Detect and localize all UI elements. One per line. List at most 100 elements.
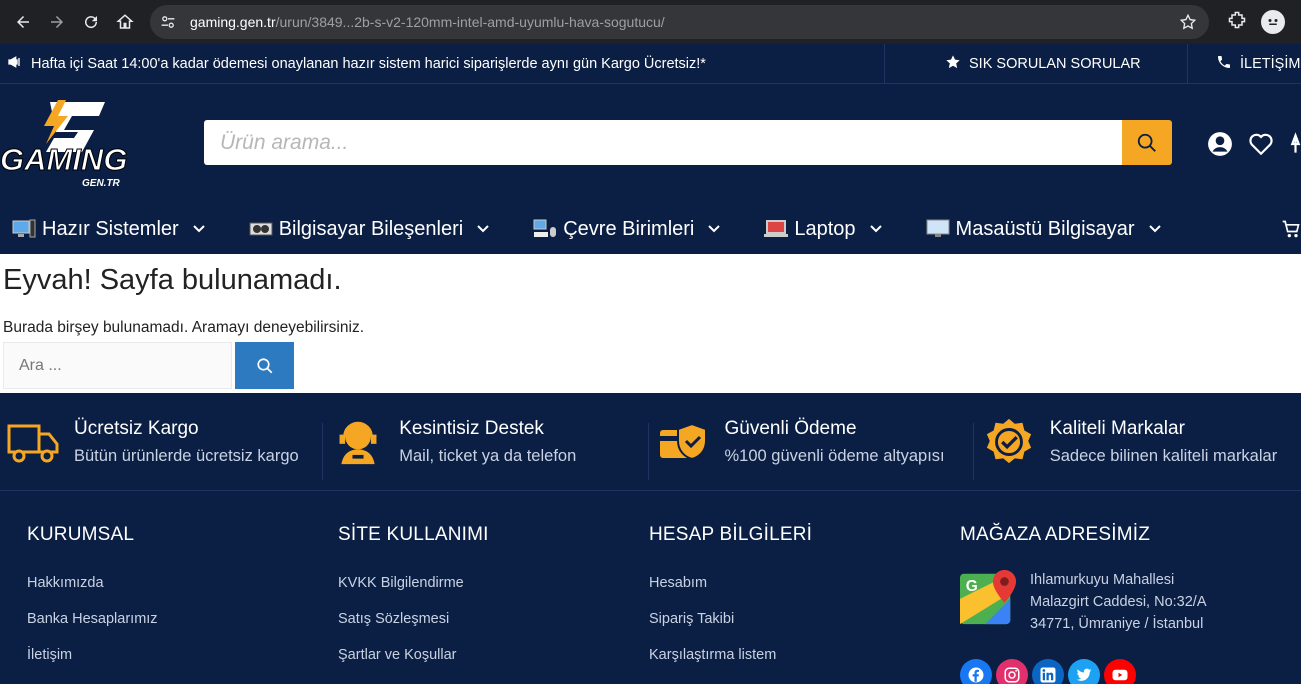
footer-link-terms[interactable]: Şartlar ve Koşullar	[338, 647, 622, 663]
nav-label: Masaüstü Bilgisayar	[955, 217, 1135, 240]
chevron-down-icon	[192, 225, 205, 233]
feature-quality-brands: Kaliteli Markalar Sadece bilinen kalitel…	[976, 393, 1301, 490]
site-settings-icon[interactable]	[160, 14, 180, 30]
chevron-down-icon	[869, 225, 882, 233]
address-bar[interactable]: gaming.gen.tr /urun/3849...2b-s-v2-120mm…	[150, 5, 1209, 39]
site-search-form	[3, 342, 1301, 389]
search-icon	[256, 357, 272, 373]
announcement: Hafta içi Saat 14:00'a kadar ödemesi ona…	[0, 44, 885, 83]
search-icon	[1137, 133, 1156, 152]
not-found-message: Burada birşey bulunamadı. Aramayı deneye…	[3, 319, 364, 336]
monitor-icon	[926, 219, 950, 239]
social-links	[960, 659, 1274, 684]
wishlist-heart-icon[interactable]	[1247, 130, 1274, 157]
feature-title: Güvenli Ödeme	[724, 417, 857, 439]
contact-label: İLETİŞİM	[1240, 55, 1301, 72]
browser-toolbar: gaming.gen.tr /urun/3849...2b-s-v2-120mm…	[0, 0, 1301, 44]
footer-link-sales-agreement[interactable]: Satış Sözleşmesi	[338, 611, 622, 627]
nav-label: Laptop	[794, 217, 856, 240]
youtube-icon[interactable]	[1104, 659, 1136, 684]
announcement-text: Hafta içi Saat 14:00'a kadar ödemesi ona…	[31, 55, 706, 72]
nav-item-masaustu-bilgisayar[interactable]: Masaüstü Bilgisayar	[914, 218, 1161, 241]
faq-link[interactable]: SIK SORULAN SORULAR	[885, 44, 1188, 83]
site-search-button[interactable]	[235, 342, 294, 389]
nav-label: Çevre Birimleri	[563, 217, 695, 240]
nav-item-laptop[interactable]: Laptop	[752, 217, 882, 241]
account-icon[interactable]	[1206, 130, 1233, 157]
footer-link-my-account[interactable]: Hesabım	[649, 575, 933, 591]
feature-title: Kesintisiz Destek	[399, 417, 544, 439]
store-address: G Ihlamurkuyu Mahallesi Malazgirt Caddes…	[960, 569, 1274, 635]
footer-heading: KURUMSAL	[27, 524, 135, 545]
feature-free-shipping: Ücretsiz Kargo Bütün ürünlerde ücretsiz …	[0, 393, 325, 490]
features-bar: Ücretsiz Kargo Bütün ürünlerde ücretsiz …	[0, 393, 1301, 491]
instagram-icon[interactable]	[996, 659, 1028, 684]
nav-item-bilgisayar-bilesenleri[interactable]: Bilgisayar Bileşenleri	[237, 218, 490, 241]
footer-col-usage: SİTE KULLANIMI KVKK Bilgilendirme Satış …	[311, 524, 622, 684]
google-maps-icon[interactable]: G	[960, 569, 1018, 635]
truck-icon	[7, 416, 59, 468]
footer-heading: MAĞAZA ADRESİMİZ	[960, 524, 1151, 545]
desktop-system-icon	[12, 219, 36, 239]
footer-link-kvkk[interactable]: KVKK Bilgilendirme	[338, 575, 622, 591]
footer-link-contact[interactable]: İletişim	[27, 647, 311, 663]
megaphone-icon	[7, 54, 23, 74]
footer-link-order-tracking[interactable]: Sipariş Takibi	[649, 611, 933, 627]
facebook-icon[interactable]	[960, 659, 992, 684]
site-footer: KURUMSAL Hakkımızda Banka Hesaplarımız İ…	[0, 491, 1301, 684]
linkedin-icon[interactable]	[1032, 659, 1064, 684]
feature-secure-payment: Güvenli Ödeme %100 güvenli ödeme altyapı…	[651, 393, 976, 490]
back-arrow-icon[interactable]	[8, 7, 38, 37]
footer-link-bank-accounts[interactable]: Banka Hesaplarımız	[27, 611, 311, 627]
url-path: /urun/3849...2b-s-v2-120mm-intel-amd-uyu…	[275, 14, 665, 30]
product-search-button[interactable]	[1122, 120, 1172, 165]
feature-subtitle: Mail, ticket ya da telefon	[399, 446, 577, 465]
gpu-icon	[249, 219, 273, 239]
url-host: gaming.gen.tr	[190, 14, 276, 30]
feature-subtitle: Bütün ürünlerde ücretsiz kargo	[74, 446, 299, 465]
site-logo[interactable]: GAMING GEN.TR	[0, 98, 145, 190]
not-found-section: Eyvah! Sayfa bulunamadı. Burada birşey b…	[0, 254, 1301, 393]
header-actions	[1206, 130, 1301, 157]
star-icon	[945, 54, 961, 74]
support-agent-icon	[332, 416, 384, 468]
logo-subtext: GEN.TR	[82, 178, 121, 189]
nav-label: Bilgisayar Bileşenleri	[278, 217, 464, 240]
cart-icon[interactable]	[1281, 219, 1301, 245]
footer-col-store: MAĞAZA ADRESİMİZ G Ihlamurkuyu Mahallesi…	[933, 524, 1274, 684]
secure-card-icon	[658, 416, 710, 468]
page-title: Eyvah! Sayfa bulunamadı.	[3, 264, 342, 296]
home-icon[interactable]	[110, 7, 140, 37]
product-search-input[interactable]	[204, 120, 1122, 165]
reload-icon[interactable]	[76, 7, 106, 37]
footer-col-corporate: KURUMSAL Hakkımızda Banka Hesaplarımız İ…	[0, 524, 311, 684]
quality-badge-icon	[983, 416, 1035, 468]
address-line: 34771, Ümraniye / İstanbul	[1030, 616, 1204, 632]
nav-item-cevre-birimleri[interactable]: Çevre Birimleri	[521, 217, 721, 241]
site-search-input[interactable]	[3, 342, 232, 389]
forward-arrow-icon[interactable]	[42, 7, 72, 37]
svg-text:G: G	[966, 578, 978, 595]
compare-icon[interactable]	[1288, 130, 1301, 157]
peripherals-icon	[533, 219, 557, 239]
profile-avatar[interactable]	[1261, 10, 1285, 34]
twitter-icon[interactable]	[1068, 659, 1100, 684]
top-announcement-bar: Hafta içi Saat 14:00'a kadar ödemesi ona…	[0, 44, 1301, 84]
feature-subtitle: Sadece bilinen kaliteli markalar	[1049, 446, 1278, 465]
nav-item-hazir-sistemler[interactable]: Hazır Sistemler	[0, 218, 205, 241]
contact-link[interactable]: İLETİŞİM	[1188, 54, 1300, 74]
faq-label: SIK SORULAN SORULAR	[969, 55, 1141, 72]
address-line: Malazgirt Caddesi, No:32/A	[1030, 594, 1207, 610]
main-navigation: Hazır Sistemler Bilgisayar Bileşenleri Ç…	[0, 204, 1301, 254]
chevron-down-icon	[477, 225, 489, 233]
address-line: Ihlamurkuyu Mahallesi	[1030, 572, 1175, 588]
footer-link-compare-list[interactable]: Karşılaştırma listem	[649, 647, 933, 663]
bookmark-star-icon[interactable]	[1179, 13, 1199, 31]
phone-icon	[1216, 54, 1232, 74]
feature-title: Kaliteli Markalar	[1049, 417, 1185, 439]
footer-heading: HESAP BİLGİLERİ	[649, 524, 813, 545]
footer-link-about[interactable]: Hakkımızda	[27, 575, 311, 591]
footer-col-account: HESAP BİLGİLERİ Hesabım Sipariş Takibi K…	[622, 524, 933, 684]
laptop-icon	[764, 219, 789, 239]
extensions-icon[interactable]	[1227, 10, 1247, 35]
